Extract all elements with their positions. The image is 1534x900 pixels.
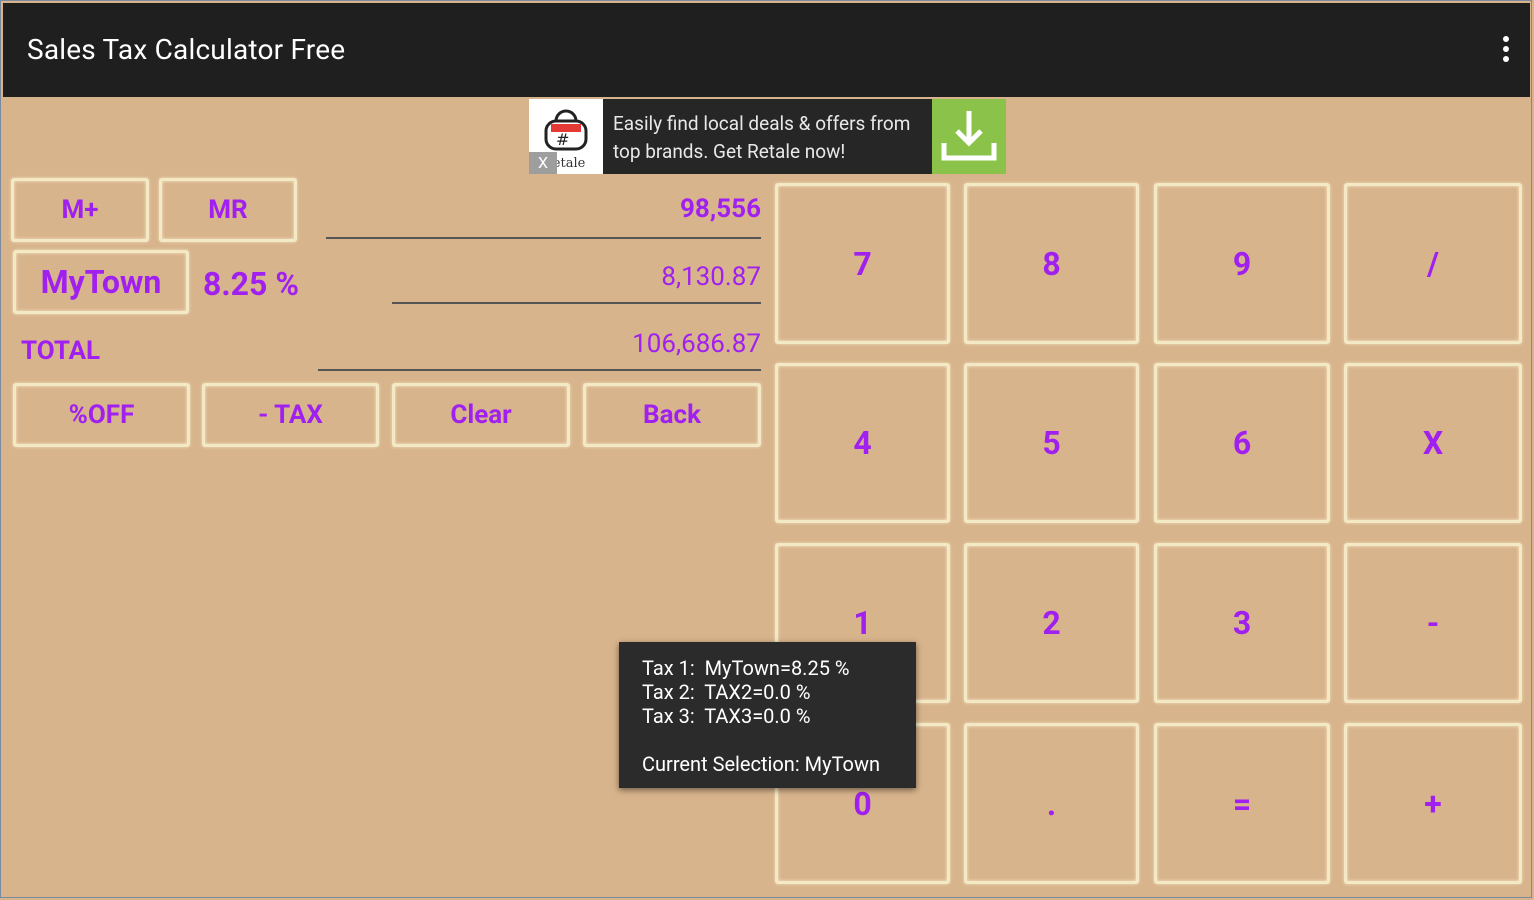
clear-button[interactable]: Clear bbox=[392, 383, 570, 447]
key-equals[interactable]: = bbox=[1154, 723, 1330, 884]
ad-text: Easily find local deals & offers from to… bbox=[613, 112, 911, 163]
key-4[interactable]: 4 bbox=[775, 363, 950, 523]
key-add[interactable]: + bbox=[1344, 723, 1522, 884]
toast-current-selection: Current Selection: MyTown bbox=[642, 752, 881, 776]
tax-amount-underline bbox=[392, 302, 761, 304]
minus-tax-button[interactable]: - TAX bbox=[202, 383, 379, 447]
svg-text:#: # bbox=[556, 130, 569, 149]
toast-tax1: Tax 1: MyTown=8.25 % bbox=[642, 656, 850, 680]
key-5[interactable]: 5 bbox=[964, 363, 1139, 523]
key-6[interactable]: 6 bbox=[1154, 363, 1330, 523]
ad-banner[interactable]: # Retale X Easily find local deals & off… bbox=[529, 99, 1006, 174]
key-subtract[interactable]: - bbox=[1344, 543, 1522, 703]
percent-off-button[interactable]: %OFF bbox=[13, 383, 190, 447]
app-bar: Sales Tax Calculator Free bbox=[3, 3, 1530, 97]
key-9[interactable]: 9 bbox=[1154, 183, 1330, 344]
key-3[interactable]: 3 bbox=[1154, 543, 1330, 703]
key-decimal[interactable]: . bbox=[964, 723, 1139, 884]
retale-logo: # Retale X bbox=[529, 99, 603, 174]
tax-select-button[interactable]: MyTown bbox=[13, 250, 189, 314]
key-8[interactable]: 8 bbox=[964, 183, 1139, 344]
toast-tax3: Tax 3: TAX3=0.0 % bbox=[642, 704, 811, 728]
amount-display: 98,556 bbox=[680, 194, 761, 224]
key-7[interactable]: 7 bbox=[775, 183, 950, 344]
memory-add-button[interactable]: M+ bbox=[11, 178, 149, 242]
total-label: TOTAL bbox=[21, 336, 101, 366]
tax-amount-display: 8,130.87 bbox=[661, 262, 761, 292]
key-2[interactable]: 2 bbox=[964, 543, 1139, 703]
download-icon[interactable] bbox=[932, 99, 1006, 174]
memory-recall-button[interactable]: MR bbox=[159, 178, 297, 242]
ad-close-button[interactable]: X bbox=[529, 152, 557, 174]
key-multiply[interactable]: X bbox=[1344, 363, 1522, 523]
tax-info-toast: Tax 1: MyTown=8.25 % Tax 2: TAX2=0.0 % T… bbox=[619, 642, 916, 788]
app-title: Sales Tax Calculator Free bbox=[27, 33, 346, 66]
overflow-menu-icon[interactable] bbox=[1498, 36, 1514, 66]
back-button[interactable]: Back bbox=[583, 383, 761, 447]
key-divide[interactable]: / bbox=[1344, 183, 1522, 344]
shopping-bag-icon: # bbox=[544, 109, 588, 151]
toast-tax2: Tax 2: TAX2=0.0 % bbox=[642, 680, 811, 704]
total-underline bbox=[318, 369, 761, 371]
total-display: 106,686.87 bbox=[632, 329, 761, 359]
amount-underline bbox=[326, 237, 761, 239]
tax-rate: 8.25 % bbox=[203, 265, 299, 303]
